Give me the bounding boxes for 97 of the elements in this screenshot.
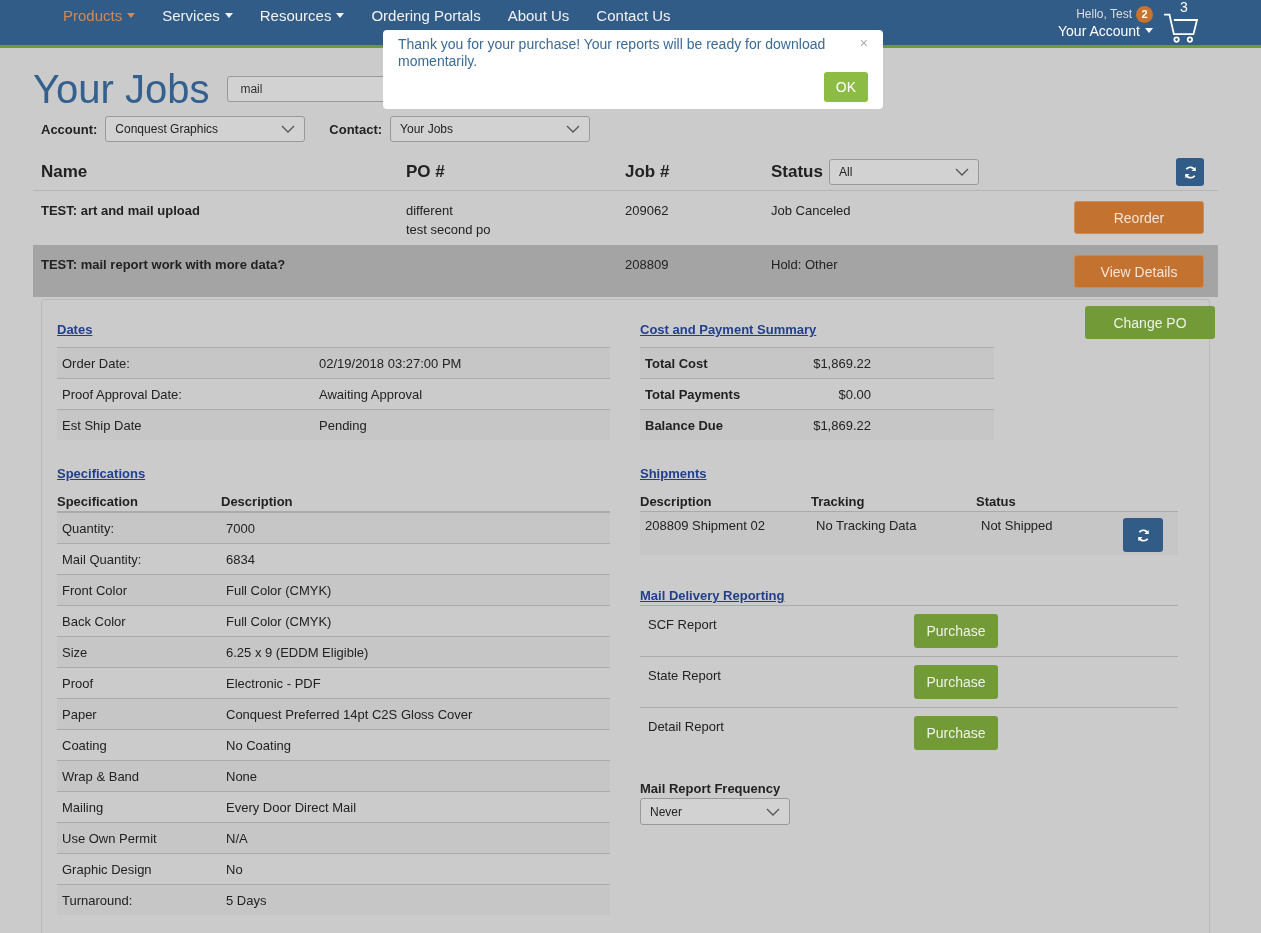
table-cell: Awaiting Approval [319, 386, 423, 402]
table-cell: Conquest Preferred 14pt C2S Gloss Cover [226, 706, 473, 722]
table-cell-text: Total Payments [645, 386, 742, 402]
account-label: Account: [41, 121, 98, 137]
table-cell-text: Total Cost [645, 355, 709, 371]
nav-link[interactable]: Services [162, 7, 233, 24]
column-header: Status [976, 493, 1016, 509]
dialog-message: Thank you for your purchase! Your reports will be ready for download momentarily. [398, 36, 827, 70]
table-cell-text: Graphic Design [62, 861, 153, 877]
cart-button[interactable]: 3 [1163, 0, 1203, 44]
refresh-button[interactable] [1176, 158, 1204, 186]
chevron-icon [566, 125, 581, 133]
page-title: Your Jobs [33, 66, 210, 112]
po-number: different [406, 202, 454, 220]
nav-link[interactable]: Contact Us [596, 7, 671, 24]
section-heading-link[interactable]: Shipments [640, 466, 707, 481]
report-name: Detail Report [648, 718, 725, 736]
table-cell-text: Wrap & Band [62, 768, 141, 784]
job-status: Job Canceled [771, 202, 852, 220]
table-cell: Electronic - PDF [226, 675, 321, 691]
table-cell: Pending [319, 417, 367, 433]
table-cell-text: Front Color [62, 582, 129, 598]
table-cell-text: Paper [62, 706, 98, 722]
section-heading-link[interactable]: Dates [57, 322, 93, 337]
table-cell-text: Order Date: [62, 355, 131, 371]
frequency-dropdown[interactable]: Never [640, 798, 790, 825]
column-header: Status [771, 162, 823, 182]
table-cell: 5 Days [226, 892, 267, 908]
table-cell-text: Use Own Permit [62, 830, 158, 846]
column-header: Tracking [811, 493, 866, 509]
chevron-icon [281, 125, 296, 133]
report-name: SCF Report [648, 616, 718, 634]
account-menu[interactable]: Your Account [1058, 22, 1153, 39]
cart-count: 3 [1180, 0, 1188, 14]
job-status: Hold: Other [771, 256, 839, 274]
table-cell-text: Back Color [62, 613, 127, 629]
table-cell-text: Est Ship Date [62, 417, 143, 433]
contact-dropdown[interactable]: Your Jobs [390, 116, 591, 142]
table-cell: N/A [226, 830, 248, 846]
caret-icon [1145, 28, 1153, 33]
nav-link[interactable]: Ordering Portals [371, 7, 481, 24]
section-heading-link[interactable]: Mail Delivery Reporting [640, 588, 785, 603]
chevron-icon [766, 807, 780, 816]
table-cell: Every Door Direct Mail [226, 799, 357, 815]
notification-badge: 2 [1136, 5, 1153, 23]
nav-link[interactable]: Resources [259, 7, 345, 24]
table-cell-text: Turnaround: [62, 892, 134, 908]
table-cell: Full Color (CMYK) [226, 613, 332, 629]
table-cell: 02/19/2018 03:27:00 PM [319, 355, 462, 371]
job-number: 208809 [625, 256, 670, 274]
table-cell: No Coating [226, 737, 292, 753]
refresh-button[interactable] [1123, 518, 1163, 552]
section-heading-link[interactable]: Cost and Payment Summary [640, 322, 817, 337]
column-header: Job # [625, 162, 671, 182]
table-cell-text: Not Shipped [980, 518, 1053, 533]
table-cell-text: $1,869.22 [812, 355, 871, 371]
table-cell-text: 208809 Shipment 02 [644, 518, 766, 533]
job-row[interactable]: TEST: art and mail upload different test second po 209062 Job Canceled Reorder [33, 191, 1218, 245]
refresh-icon [1182, 164, 1198, 180]
table-cell-text: Balance Due [645, 417, 725, 433]
frequency-label: Mail Report Frequency [640, 781, 782, 796]
job-row[interactable]: TEST: mail report work with more data? 208809 Hold: Other View Details [33, 245, 1218, 297]
table-cell-text: Size [62, 644, 89, 660]
section-heading-link[interactable]: Specifications [57, 466, 146, 481]
table-cell: 6834 [226, 551, 255, 567]
table-cell-text: No Tracking Data [815, 518, 918, 533]
column-header: Name [41, 162, 89, 182]
column-header: Description [640, 493, 713, 509]
column-header: PO # [406, 162, 446, 182]
job-name: TEST: art and mail upload [41, 202, 201, 220]
job-number: 209062 [625, 202, 670, 220]
table-cell: 7000 [226, 520, 255, 536]
column-header: Description [221, 493, 293, 509]
table-cell-text: Proof [62, 675, 95, 691]
job-name: TEST: mail report work with more data? [41, 256, 287, 274]
chevron-icon [954, 168, 969, 176]
table-cell: 6.25 x 9 (EDDM Eligible) [226, 644, 369, 660]
account-dropdown[interactable]: Conquest Graphics [105, 116, 306, 142]
table-cell-text: $0.00 [837, 386, 871, 402]
table-cell-text: Mailing [62, 799, 105, 815]
report-name: State Report [648, 667, 722, 685]
po-number: test second po [406, 221, 492, 239]
table-cell-text: Coating [62, 737, 108, 753]
table-cell-text: Mail Quantity: [62, 551, 143, 567]
cart-icon [1163, 12, 1199, 44]
table-cell-text: Quantity: [62, 520, 116, 536]
table-cell-text: Proof Approval Date: [62, 386, 183, 402]
refresh-icon [1135, 527, 1151, 543]
table-cell: None [226, 768, 258, 784]
column-header: Specification [57, 493, 139, 509]
table-cell: Full Color (CMYK) [226, 582, 332, 598]
nav-link[interactable]: About Us [507, 7, 570, 24]
contact-label: Contact: [329, 121, 383, 137]
status-filter-dropdown[interactable]: All [828, 159, 979, 185]
table-cell: No [226, 861, 243, 877]
greeting-text: Hello, Test [1076, 7, 1132, 21]
table-cell-text: $1,869.22 [812, 417, 871, 433]
